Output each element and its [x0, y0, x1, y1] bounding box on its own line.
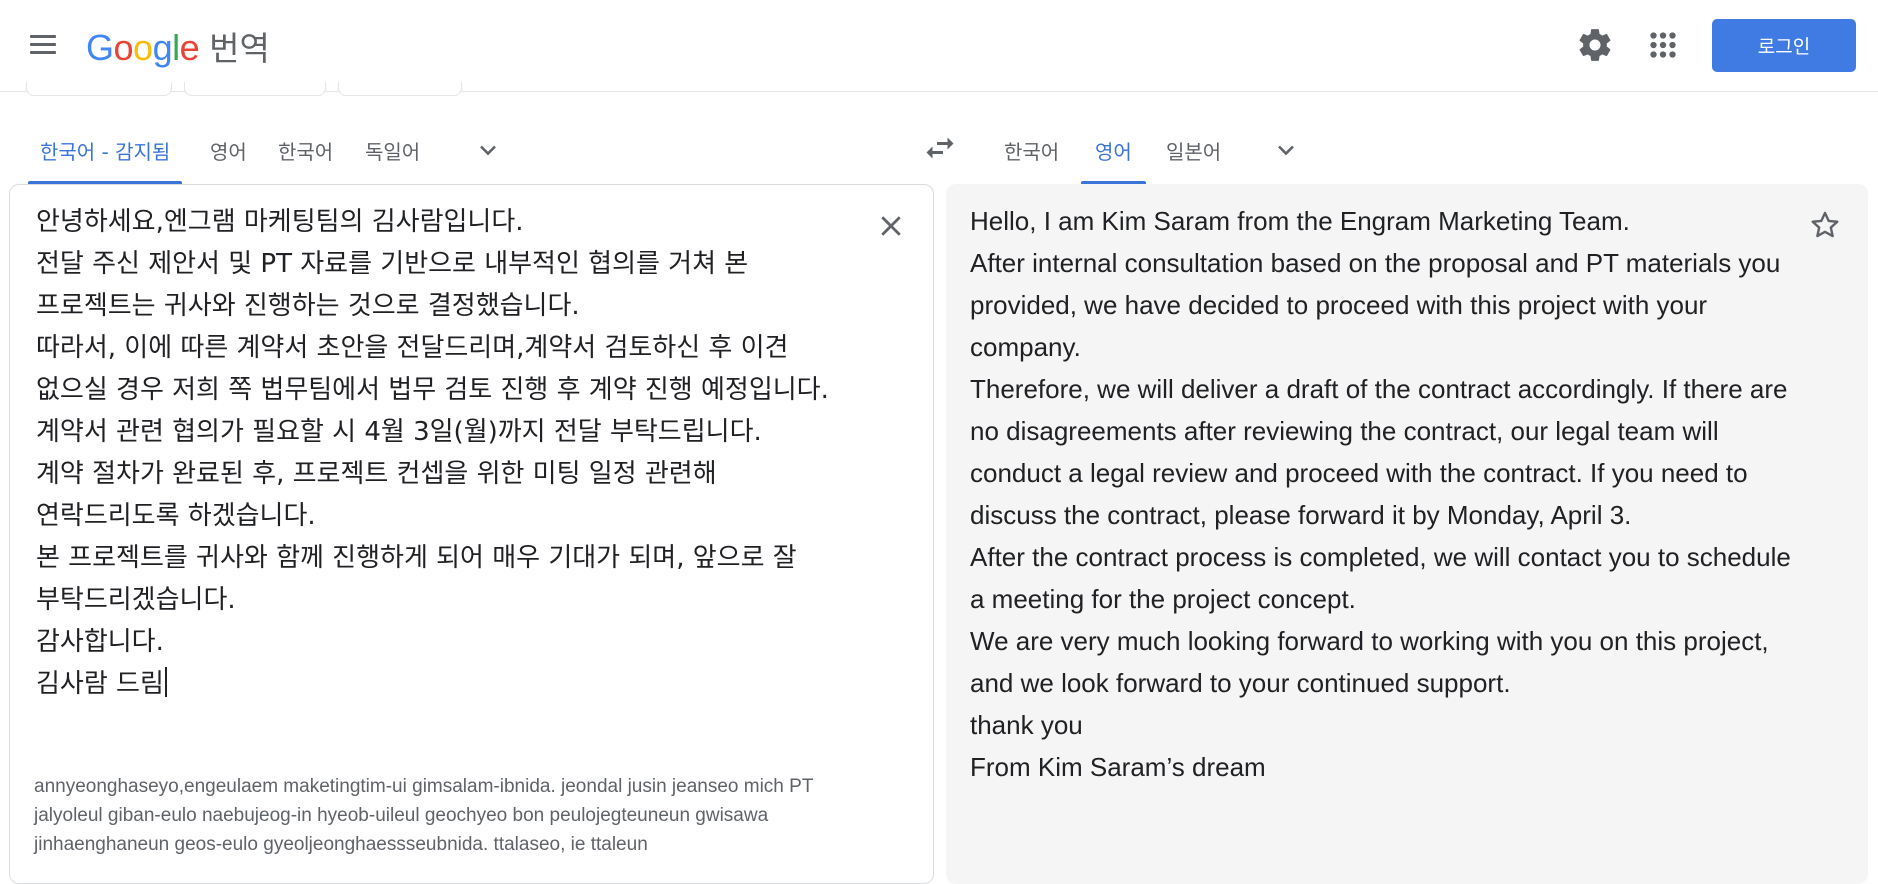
translation-line: thank you [970, 710, 1083, 740]
source-line: 계약 절차가 완료된 후, 프로젝트 컨셉을 위한 미팅 일정 관련해 연락드리… [36, 459, 717, 531]
source-line: 안녕하세요,엔그램 마케팅팀의 김사람입니다. [36, 207, 524, 237]
swap-languages-icon[interactable] [922, 130, 958, 166]
translation-line: After the contract process is completed,… [970, 542, 1791, 614]
tab-label: 한국어 [278, 139, 334, 164]
source-tab-english[interactable]: 영어 [202, 116, 255, 184]
target-tab-korean[interactable]: 한국어 [996, 116, 1067, 184]
tab-label: 일본어 [1166, 139, 1222, 164]
login-button[interactable]: 로그인 [1712, 19, 1856, 72]
translation-line: Hello, I am Kim Saram from the Engram Ma… [970, 206, 1630, 236]
source-line: 감사합니다. [36, 627, 164, 657]
chevron-down-icon[interactable] [474, 136, 502, 164]
source-textarea[interactable]: 안녕하세요,엔그램 마케팅팀의 김사람입니다. 전달 주신 제안서 및 PT 자… [36, 201, 866, 705]
source-tab-korean[interactable]: 한국어 [270, 116, 341, 184]
chevron-down-icon[interactable] [1272, 136, 1300, 164]
tab-label: 한국어 - 감지됨 [40, 139, 171, 164]
translation-line: From Kim Saram’s dream [970, 752, 1266, 782]
translation-line: We are very much looking forward to work… [970, 626, 1769, 698]
source-language-bar: 한국어 - 감지됨 영어 한국어 독일어 [0, 116, 900, 184]
tab-label: 독일어 [365, 139, 421, 164]
text-caret [164, 667, 167, 697]
translation-line: Therefore, we will deliver a draft of th… [970, 374, 1788, 530]
target-tab-english[interactable]: 영어 [1081, 116, 1146, 184]
target-language-bar: 한국어 영어 일본어 [990, 116, 1878, 184]
translation-output[interactable]: Hello, I am Kim Saram from the Engram Ma… [970, 200, 1800, 788]
star-icon[interactable] [1808, 208, 1842, 242]
tab-label: 영어 [1095, 139, 1132, 164]
mode-chip[interactable] [338, 82, 462, 96]
product-name: 번역 [209, 29, 270, 68]
translation-line: After internal consultation based on the… [970, 248, 1781, 362]
apps-grid-icon[interactable] [1644, 26, 1682, 64]
gear-icon[interactable] [1576, 26, 1614, 64]
source-romanization: annyeonghaseyo,engeulaem maketingtim-ui … [34, 776, 814, 855]
app-header: Google 번역 로그인 [0, 0, 1878, 92]
target-tab-japanese[interactable]: 일본어 [1158, 116, 1229, 184]
source-tab-detected[interactable]: 한국어 - 감지됨 [28, 116, 183, 184]
source-line: 본 프로젝트를 귀사와 함께 진행하게 되어 매우 기대가 되며, 앞으로 잘 … [36, 543, 797, 615]
google-wordmark: Google [86, 27, 200, 68]
source-tab-german[interactable]: 독일어 [357, 116, 428, 184]
source-line-last: 김사람 드림 [36, 663, 866, 705]
tab-label: 한국어 [1004, 139, 1060, 164]
translation-panel: Hello, I am Kim Saram from the Engram Ma… [946, 184, 1868, 884]
tab-label: 영어 [210, 139, 247, 164]
hamburger-menu-icon[interactable] [26, 28, 60, 62]
source-signature: 김사람 드림 [36, 669, 164, 699]
source-text-panel[interactable]: 안녕하세요,엔그램 마케팅팀의 김사람입니다. 전달 주신 제안서 및 PT 자… [9, 184, 934, 884]
source-line: 전달 주신 제안서 및 PT 자료를 기반으로 내부적인 협의를 거쳐 본 프로… [36, 249, 749, 321]
mode-chip[interactable] [26, 82, 172, 96]
mode-chip[interactable] [184, 82, 326, 96]
close-icon[interactable] [876, 211, 906, 241]
source-line: 따라서, 이에 따른 계약서 초안을 전달드리며,계약서 검토하신 후 이견 없… [36, 333, 829, 447]
google-translate-logo[interactable]: Google 번역 [86, 22, 270, 68]
